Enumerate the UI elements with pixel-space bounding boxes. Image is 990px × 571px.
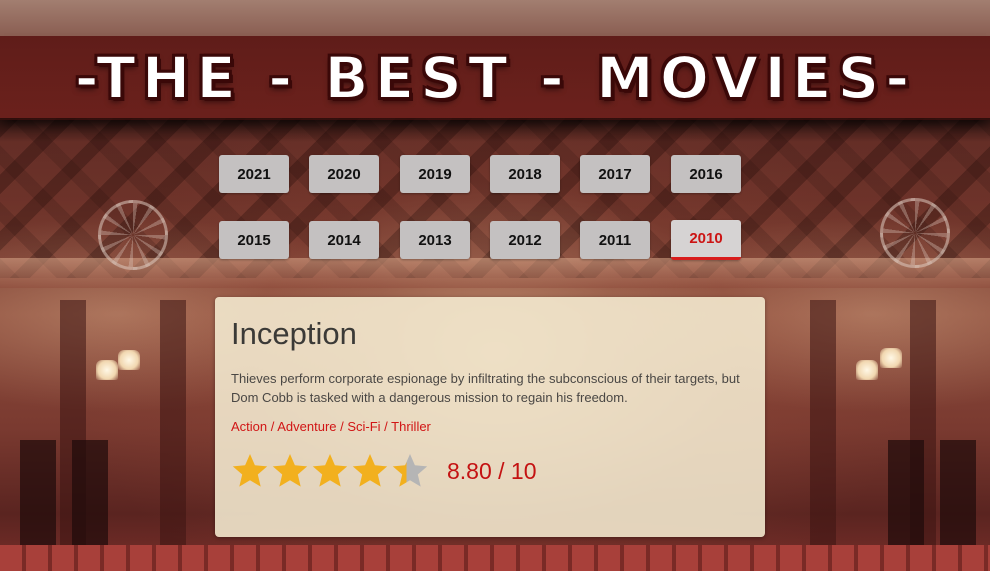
- star-icon: [352, 454, 388, 487]
- year-button-2010-selected[interactable]: 2010: [671, 220, 741, 260]
- fan-left-icon: [98, 200, 168, 270]
- theatre-seats: [0, 545, 990, 571]
- pillar: [810, 300, 836, 560]
- year-button-2013[interactable]: 2013: [400, 221, 470, 259]
- top-band: [0, 0, 990, 36]
- year-button-2015[interactable]: 2015: [219, 221, 289, 259]
- year-button-2021[interactable]: 2021: [219, 155, 289, 193]
- year-button-2012[interactable]: 2012: [490, 221, 560, 259]
- site-title: -THE - BEST - MOVIES-: [74, 43, 916, 113]
- year-button-2016[interactable]: 2016: [671, 155, 741, 193]
- star-icon: [312, 454, 348, 487]
- wall-lamp-icon: [118, 350, 140, 370]
- wall-lamp-icon: [96, 360, 118, 380]
- door: [888, 440, 924, 550]
- wall-lamp-icon: [856, 360, 878, 380]
- year-button-2020[interactable]: 2020: [309, 155, 379, 193]
- movie-title: Inception: [231, 316, 357, 351]
- star-icon: [232, 454, 268, 487]
- year-button-2019[interactable]: 2019: [400, 155, 470, 193]
- star-icon: [392, 454, 428, 487]
- year-button-2014[interactable]: 2014: [309, 221, 379, 259]
- movie-genres: Action / Adventure / Sci-Fi / Thriller: [231, 419, 431, 434]
- year-button-2011[interactable]: 2011: [580, 221, 650, 259]
- star-rating: [231, 452, 431, 490]
- year-button-2018[interactable]: 2018: [490, 155, 560, 193]
- rating-row: 8.80 / 10: [231, 452, 537, 490]
- fan-right-icon: [880, 198, 950, 268]
- door: [20, 440, 56, 550]
- header-shadow: [0, 118, 990, 142]
- star-icon: [272, 454, 308, 487]
- rating-score: 8.80 / 10: [447, 457, 537, 484]
- wall-lamp-icon: [880, 348, 902, 368]
- theatre-background: -THE - BEST - MOVIES- 2021 2020 2019 201…: [0, 0, 990, 571]
- year-button-2017[interactable]: 2017: [580, 155, 650, 193]
- pillar: [160, 300, 186, 560]
- movie-synopsis: Thieves perform corporate espionage by i…: [231, 371, 740, 405]
- movie-card: Inception Thieves perform corporate espi…: [215, 297, 765, 537]
- door: [940, 440, 976, 550]
- door: [72, 440, 108, 550]
